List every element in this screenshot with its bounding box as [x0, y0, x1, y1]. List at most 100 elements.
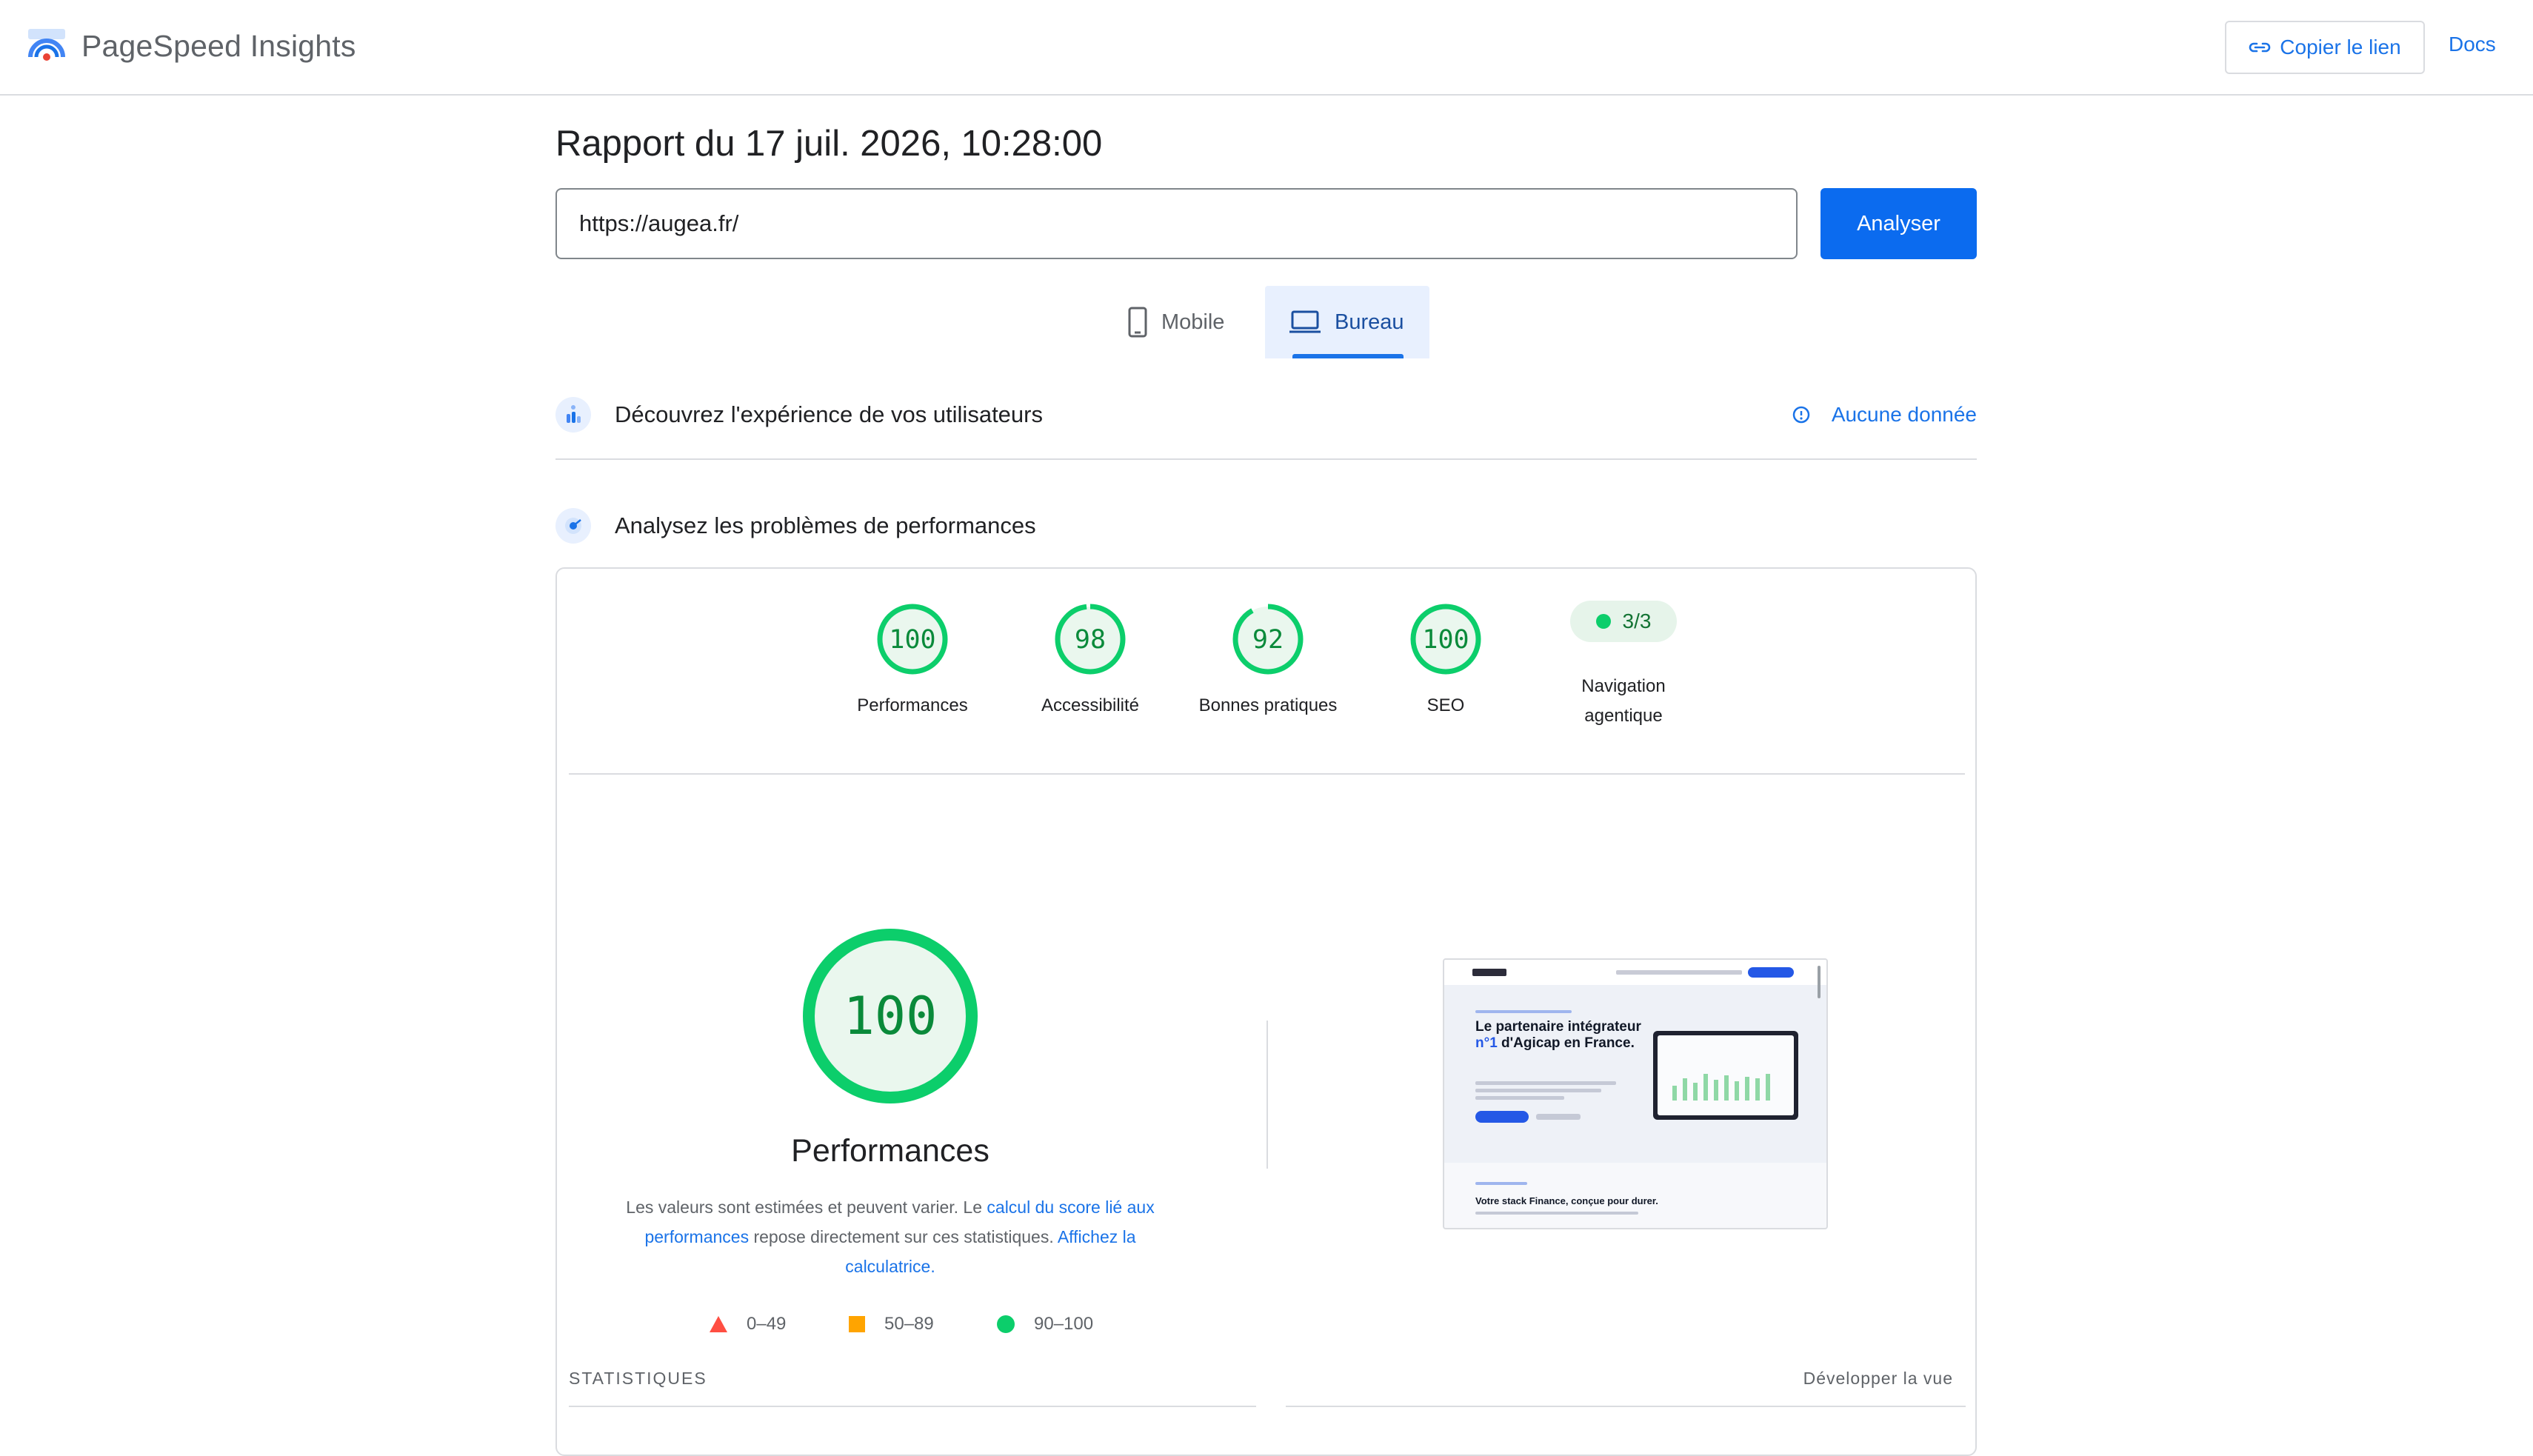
tab-desktop-label: Bureau	[1335, 310, 1404, 334]
laptop-icon	[1289, 310, 1321, 333]
score-value: 100	[889, 625, 935, 655]
score-ring: 92	[1232, 604, 1304, 675]
phone-icon	[1128, 307, 1147, 338]
score-label: SEO	[1426, 695, 1465, 715]
preview-bar	[1672, 1086, 1677, 1101]
pagespeed-logo-icon	[28, 29, 65, 61]
preview-logo	[1472, 969, 1506, 976]
performance-score-gauge[interactable]: 100 Performances	[824, 602, 1001, 721]
agentic-navigation-gauge[interactable]: 3/3 Navigation agentique	[1535, 569, 1712, 731]
analyze-button[interactable]: Analyser	[1821, 188, 1977, 259]
performance-big-gauge: 100	[803, 929, 978, 1103]
lab-data-title: Analysez les problèmes de performances	[615, 512, 1036, 538]
preview-bar	[1766, 1074, 1770, 1101]
average-square-icon	[849, 1316, 865, 1332]
top-bar: PageSpeed Insights Copier le lien Docs	[0, 0, 2533, 96]
performance-heading: Performances	[791, 1133, 989, 1169]
expand-view-toggle[interactable]: Développer la vue	[1803, 1369, 1953, 1389]
field-data-section-header: Découvrez l'expérience de vos utilisateu…	[555, 393, 1977, 437]
gauges-divider	[569, 773, 1965, 775]
preview-nav-links	[1616, 970, 1742, 975]
score-ring: 100	[877, 604, 948, 675]
active-tab-indicator	[1292, 354, 1404, 358]
users-experience-icon	[555, 397, 591, 433]
tab-mobile[interactable]: Mobile	[1118, 286, 1266, 358]
url-input[interactable]	[555, 188, 1798, 259]
score-value: 100	[1422, 625, 1469, 655]
brand[interactable]: PageSpeed Insights	[27, 22, 356, 70]
performance-big-score: 100	[844, 986, 937, 1046]
performance-description: Les valeurs sont estimées et peuvent var…	[601, 1192, 1179, 1281]
preview-bar	[1735, 1081, 1739, 1101]
copy-link-label: Copier le lien	[2280, 36, 2401, 59]
preview-primary-button	[1475, 1111, 1529, 1123]
diagnose-icon	[555, 508, 591, 544]
docs-link[interactable]: Docs	[2449, 33, 2496, 62]
agentic-label: Navigation agentique	[1581, 672, 1665, 731]
preview-subheading: Votre stack Finance, conçue pour durer.	[1475, 1195, 1658, 1206]
preview-navbar	[1444, 960, 1826, 985]
field-data-title: Découvrez l'expérience de vos utilisateu…	[615, 401, 1043, 427]
preview-bar	[1745, 1077, 1749, 1101]
preview-bar	[1693, 1083, 1698, 1101]
agentic-score-value: 3/3	[1622, 610, 1652, 632]
preview-text-line	[1475, 1096, 1564, 1100]
preview-bar	[1714, 1080, 1718, 1101]
score-label: Accessibilité	[1041, 695, 1140, 715]
info-icon	[1792, 406, 1810, 424]
preview-eyebrow	[1475, 1010, 1572, 1013]
pass-dot-icon	[1595, 614, 1611, 629]
preview-bar	[1703, 1074, 1708, 1101]
no-data-label: Aucune donnée	[1831, 403, 1977, 426]
legend-average: 50–89	[849, 1309, 934, 1339]
preview-headline: Le partenaire intégrateur n°1 d'Agicap e…	[1475, 1019, 1646, 1052]
perf-desc-text-1: Les valeurs sont estimées et peuvent var…	[626, 1198, 987, 1217]
stats-heading: STATISTIQUES	[569, 1369, 707, 1388]
score-value: 98	[1075, 625, 1106, 655]
agentic-score-pill: 3/3	[1570, 601, 1677, 642]
seo-score-gauge[interactable]: 100 SEO	[1357, 602, 1535, 721]
app-title: PageSpeed Insights	[81, 28, 356, 63]
preview-headline-part2: d'Agicap en France.	[1497, 1035, 1635, 1051]
lab-data-section-header: Analysez les problèmes de performances	[555, 504, 1977, 548]
score-label: Bonnes pratiques	[1198, 695, 1338, 715]
legend-pass-range: 90–100	[1034, 1314, 1094, 1334]
score-ring: 98	[1055, 604, 1126, 675]
legend-average-range: 50–89	[884, 1314, 934, 1334]
page-screenshot-preview[interactable]: Le partenaire intégrateur n°1 d'Agicap e…	[1443, 958, 1828, 1229]
tab-desktop[interactable]: Bureau	[1265, 286, 1429, 358]
preview-text-line	[1475, 1081, 1616, 1085]
copy-link-button[interactable]: Copier le lien	[2225, 21, 2425, 74]
perf-desc-text-2: repose directement sur ces statistiques.	[749, 1227, 1058, 1246]
preview-dashboard-screen	[1658, 1035, 1794, 1115]
preview-text-line	[1475, 1212, 1638, 1215]
agentic-label-line2: agentique	[1584, 706, 1663, 726]
pass-circle-icon	[997, 1315, 1015, 1333]
preview-bar	[1755, 1078, 1760, 1101]
accessibility-score-gauge[interactable]: 98 Accessibilité	[1001, 602, 1179, 721]
preview-nav-cta	[1748, 967, 1794, 978]
score-label: Performances	[857, 695, 968, 715]
preview-headline-accent: n°1	[1475, 1035, 1498, 1051]
best-practices-score-gauge[interactable]: 92 Bonnes pratiques	[1179, 602, 1357, 721]
legend-fail-range: 0–49	[747, 1314, 787, 1334]
preview-eyebrow-2	[1475, 1182, 1527, 1185]
preview-secondary-link	[1536, 1114, 1581, 1120]
legend-fail: 0–49	[710, 1309, 786, 1339]
stats-divider-right	[1286, 1406, 1966, 1407]
report-title: Rapport du 17 juil. 2026, 10:28:00	[555, 124, 1103, 164]
preview-text-line	[1475, 1089, 1601, 1092]
fail-triangle-icon	[710, 1316, 727, 1332]
vertical-separator	[1266, 1021, 1268, 1169]
agentic-label-line1: Navigation	[1581, 676, 1666, 696]
score-value: 92	[1252, 625, 1284, 655]
preview-scrollbar	[1818, 966, 1821, 998]
no-data-link[interactable]: Aucune donnée	[1792, 393, 1977, 437]
preview-dashboard-mockup	[1653, 1031, 1798, 1120]
preview-headline-part1: Le partenaire intégrateur	[1475, 1019, 1641, 1035]
score-ring: 100	[1410, 604, 1481, 675]
section-divider	[555, 458, 1977, 460]
link-icon	[2249, 42, 2271, 53]
legend-pass: 90–100	[997, 1309, 1093, 1339]
preview-bar	[1683, 1078, 1687, 1101]
